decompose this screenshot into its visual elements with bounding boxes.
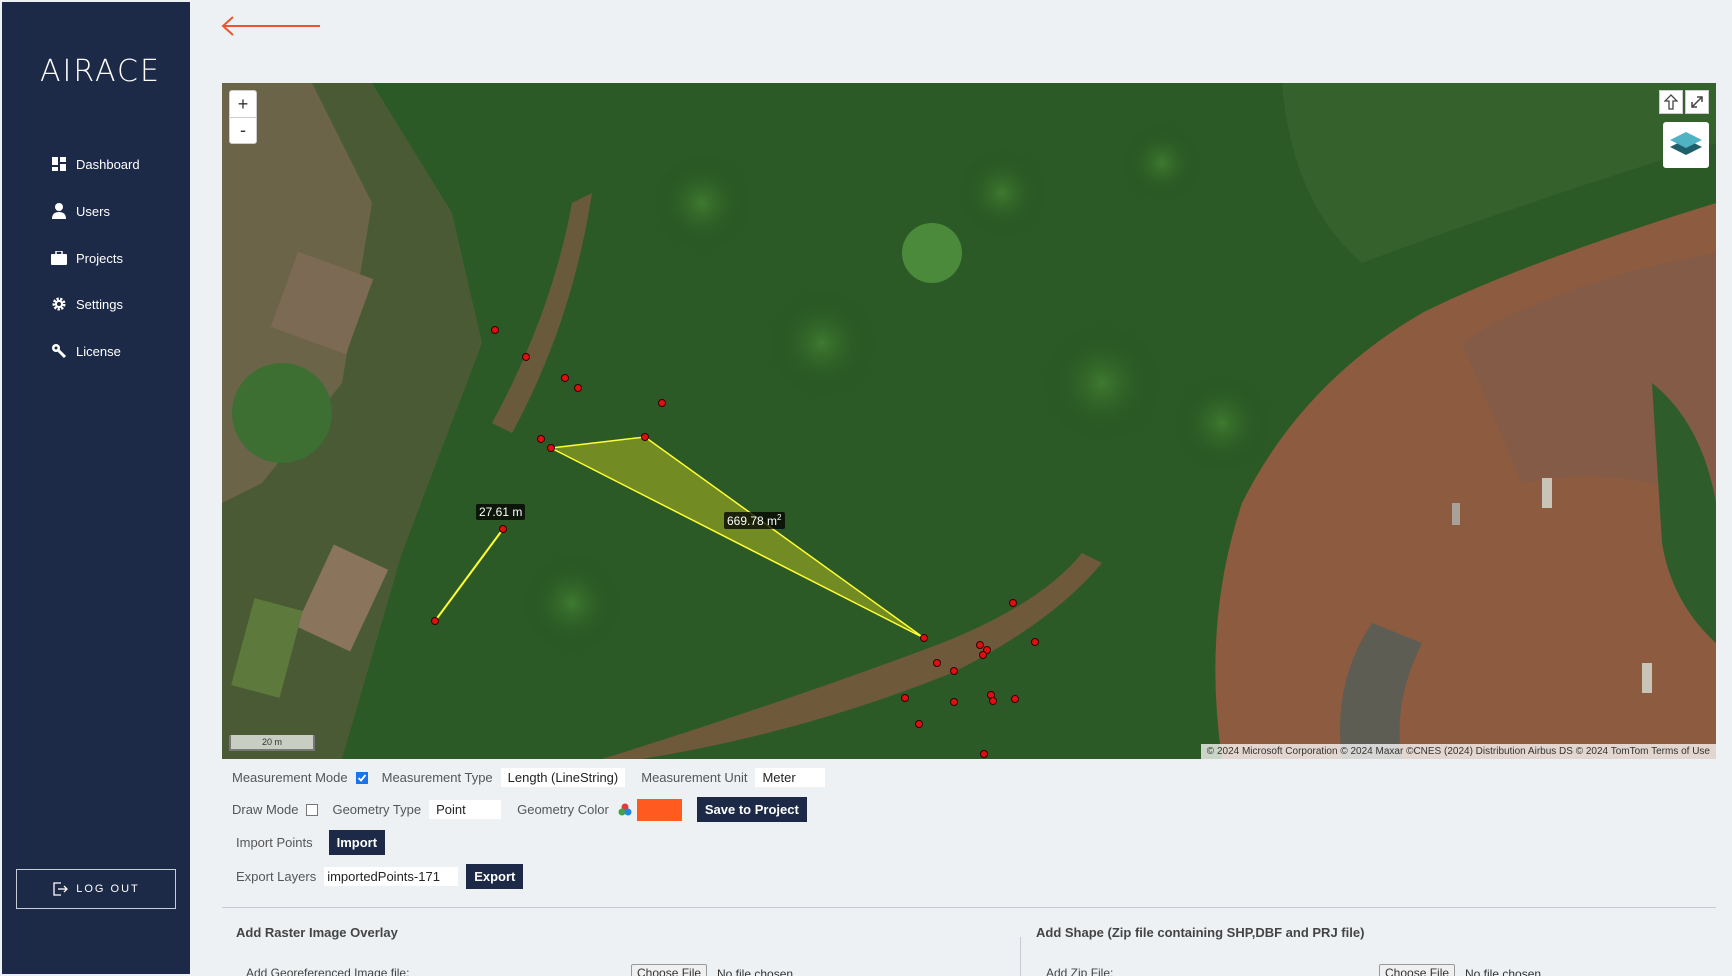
measurement-type-select[interactable]: Length (LineString) xyxy=(500,768,626,787)
raster-file-label: Add Georeferenced Image file: xyxy=(246,966,410,976)
measurement-unit-select[interactable]: Meter xyxy=(755,768,826,787)
shape-upload-title: Add Shape (Zip file containing SHP,DBF a… xyxy=(1036,925,1365,940)
map-attribution: © 2024 Microsoft Corporation © 2024 Maxa… xyxy=(1200,744,1716,759)
shape-no-file-text: No file chosen xyxy=(1465,967,1542,976)
measurement-layer xyxy=(431,326,1039,758)
sidebar-item-users[interactable]: Users xyxy=(50,199,110,223)
raster-no-file-text: No file chosen xyxy=(717,967,794,976)
column-divider xyxy=(1020,937,1021,976)
check-icon xyxy=(357,773,366,782)
measurement-type-label: Measurement Type xyxy=(381,770,493,785)
geometry-color-label: Geometry Color xyxy=(517,802,609,817)
sidebar-item-label: Dashboard xyxy=(76,156,140,172)
sidebar: AIRACE Dashboard Users Projects Settings… xyxy=(2,2,190,974)
import-button[interactable]: Import xyxy=(328,830,386,855)
draw-mode-checkbox[interactable] xyxy=(306,803,319,816)
wrench-icon xyxy=(50,342,68,360)
app-logo: AIRACE xyxy=(40,54,161,89)
back-arrow-icon[interactable] xyxy=(220,14,322,38)
measurement-mode-checkbox[interactable] xyxy=(355,771,368,784)
draw-controls: Draw Mode Geometry Type Point Geometry C… xyxy=(232,797,807,822)
map-scale-bar: 20 m xyxy=(229,735,315,751)
expand-icon xyxy=(1691,96,1703,108)
measurement-unit-label: Measurement Unit xyxy=(641,770,748,785)
logout-label: LOG OUT xyxy=(76,883,140,895)
gear-icon xyxy=(50,295,68,313)
zoom-out-button[interactable]: - xyxy=(230,117,256,143)
import-controls: Import Points Import xyxy=(236,830,386,855)
sidebar-item-dashboard[interactable]: Dashboard xyxy=(50,152,140,176)
geometry-type-label: Geometry Type xyxy=(332,802,422,817)
area-measurement-label: 669.78 m2 xyxy=(724,512,785,529)
logout-button[interactable]: LOG OUT xyxy=(16,869,176,909)
sidebar-item-label: Settings xyxy=(76,296,123,312)
sidebar-item-license[interactable]: License xyxy=(50,339,121,363)
dashboard-icon xyxy=(50,155,68,173)
raster-overlay-title: Add Raster Image Overlay xyxy=(236,925,398,940)
import-points-label: Import Points xyxy=(236,835,313,850)
geometry-color-swatch[interactable] xyxy=(636,798,682,821)
sidebar-item-label: Users xyxy=(76,203,110,219)
color-palette-icon xyxy=(618,803,632,815)
sidebar-item-projects[interactable]: Projects xyxy=(50,246,123,270)
draw-mode-label: Draw Mode xyxy=(232,802,299,817)
shape-file-label: Add Zip File: xyxy=(1046,966,1114,976)
line-measurement-label: 27.61 m xyxy=(476,504,526,520)
map-view[interactable]: 27.61 m 669.78 m2 + - 20 m © 2024 Micros… xyxy=(222,83,1716,759)
export-controls: Export Layers importedPoints-171 Export xyxy=(236,864,524,889)
fullscreen-button[interactable] xyxy=(1685,90,1709,114)
sidebar-item-settings[interactable]: Settings xyxy=(50,292,123,316)
save-to-project-button[interactable]: Save to Project xyxy=(696,797,807,822)
shape-choose-file-button[interactable]: Choose File xyxy=(1379,964,1456,976)
area-measurement-value: 669.78 m xyxy=(727,514,778,528)
zoom-control: + - xyxy=(229,90,257,144)
sidebar-item-label: License xyxy=(76,343,121,359)
logout-icon xyxy=(52,881,69,897)
export-button[interactable]: Export xyxy=(466,864,524,889)
geometry-type-select[interactable]: Point xyxy=(429,800,502,819)
user-icon xyxy=(50,202,68,220)
briefcase-icon xyxy=(50,249,68,267)
layers-button[interactable] xyxy=(1663,122,1709,168)
export-layers-label: Export Layers xyxy=(236,869,317,884)
section-divider xyxy=(222,907,1716,908)
zoom-in-button[interactable]: + xyxy=(230,91,256,117)
sidebar-item-label: Projects xyxy=(76,250,123,266)
measurement-mode-label: Measurement Mode xyxy=(232,770,348,785)
export-layer-input[interactable]: importedPoints-171 xyxy=(324,867,459,886)
arrow-up-icon xyxy=(1664,94,1678,110)
measurement-controls: Measurement Mode Measurement Type Length… xyxy=(232,768,841,787)
layers-icon xyxy=(1670,132,1702,155)
raster-choose-file-button[interactable]: Choose File xyxy=(631,964,708,976)
map-reset-north-button[interactable] xyxy=(1659,90,1683,114)
area-unit-superscript: 2 xyxy=(777,513,782,522)
